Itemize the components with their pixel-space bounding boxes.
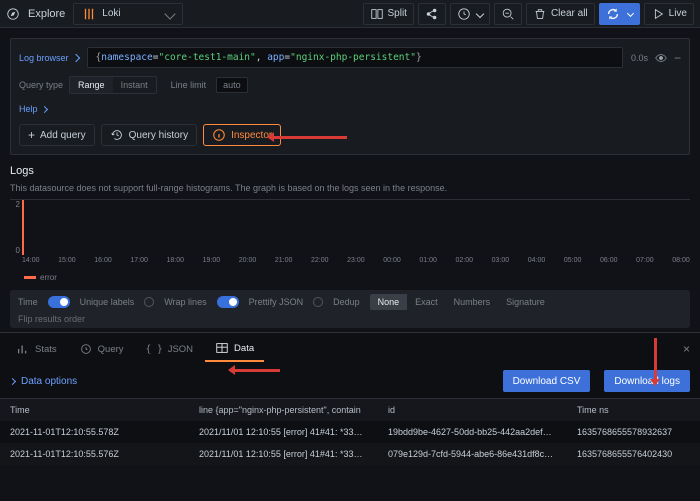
- live-button[interactable]: Live: [644, 3, 694, 25]
- tab-data[interactable]: Data: [205, 335, 264, 362]
- trash-icon: [533, 7, 547, 21]
- logs-title: Logs: [10, 165, 690, 183]
- remove-query-button[interactable]: −: [674, 51, 681, 65]
- logs-panel: Logs This datasource does not support fu…: [10, 165, 690, 282]
- log-display-options: Time Unique labels Wrap lines Prettify J…: [10, 290, 690, 328]
- annotation-arrow: [654, 338, 657, 384]
- opt-unique-label: Unique labels: [80, 297, 135, 307]
- datasource-name: Loki: [102, 8, 120, 19]
- opt-time-label: Time: [18, 297, 38, 307]
- play-icon: [651, 7, 665, 21]
- download-csv-button[interactable]: Download CSV: [503, 370, 591, 392]
- line-limit-label: Line limit: [171, 80, 207, 90]
- flip-results-label: Flip results order: [18, 314, 85, 324]
- dedup-none[interactable]: None: [370, 294, 408, 310]
- radio-unique-labels[interactable]: [144, 297, 154, 307]
- legend: error: [24, 273, 690, 282]
- chevron-right-icon: [40, 105, 47, 112]
- loki-icon: [82, 7, 96, 21]
- compass-icon: [6, 7, 20, 21]
- y-axis: 2 0: [10, 200, 22, 255]
- braces-icon: { }: [146, 344, 163, 355]
- zoom-out-icon: [501, 7, 515, 21]
- split-button[interactable]: Split: [363, 3, 414, 25]
- data-table: Time line {app="nginx-php-persistent", c…: [0, 398, 700, 465]
- run-button[interactable]: [599, 3, 640, 25]
- datasource-picker[interactable]: Loki: [73, 3, 183, 25]
- tab-json[interactable]: { } JSON: [136, 338, 204, 360]
- top-bar: Explore Loki Split: [0, 0, 700, 28]
- clock-icon: [79, 342, 93, 356]
- inspector-tabs: Stats Query { } JSON Data ×: [0, 333, 700, 364]
- opt-dedup-label: Dedup: [333, 297, 360, 307]
- toggle-wrap[interactable]: [217, 296, 239, 308]
- query-history-button[interactable]: Query history: [101, 124, 197, 146]
- help-link[interactable]: Help: [19, 104, 681, 114]
- toggle-time[interactable]: [48, 296, 70, 308]
- dedup-signature[interactable]: Signature: [498, 294, 553, 310]
- x-axis: 14:0015:0016:0017:0018:0019:0020:0021:00…: [22, 257, 690, 269]
- data-options-toggle[interactable]: Data options: [10, 376, 77, 387]
- tab-stats[interactable]: Stats: [6, 336, 67, 361]
- eye-icon[interactable]: [654, 51, 668, 65]
- annotation-arrow: [269, 136, 347, 139]
- chevron-right-icon: [71, 53, 79, 61]
- history-icon: [110, 128, 124, 142]
- log-browser-button[interactable]: Log browser: [19, 53, 79, 63]
- query-editor: Log browser {namespace="core-test1-main"…: [10, 38, 690, 155]
- chevron-down-icon: [165, 8, 176, 19]
- share-icon: [425, 7, 439, 21]
- download-logs-button[interactable]: Download logs: [604, 370, 690, 392]
- tab-query[interactable]: Query: [69, 336, 134, 361]
- annotation-arrow: [230, 369, 280, 372]
- opt-wrap-label: Wrap lines: [164, 297, 206, 307]
- inspector-panel: Stats Query { } JSON Data × Data options…: [0, 332, 700, 465]
- page-title: Explore: [28, 8, 65, 20]
- query-type-range[interactable]: Range: [70, 77, 113, 93]
- query-type-label: Query type: [19, 80, 63, 90]
- line-limit-input[interactable]: auto: [216, 77, 248, 93]
- logs-histogram[interactable]: 2 0 14:0015:0016:0017:0018:0019:0020:002…: [10, 199, 690, 269]
- query-type-toggle[interactable]: Range Instant: [69, 76, 157, 94]
- dedup-exact[interactable]: Exact: [407, 294, 446, 310]
- chevron-down-icon: [476, 9, 484, 17]
- table-row[interactable]: 2021-11-01T12:10:55.578Z2021/11/01 12:10…: [0, 421, 700, 443]
- table-icon: [215, 341, 229, 355]
- chevron-down-icon: [627, 10, 634, 17]
- col-timens[interactable]: Time ns: [567, 399, 700, 422]
- refresh-icon: [606, 7, 620, 21]
- table-row[interactable]: 2021-11-01T12:10:55.576Z2021/11/01 12:10…: [0, 443, 700, 465]
- stats-icon: [16, 342, 30, 356]
- col-line[interactable]: line {app="nginx-php-persistent", contai…: [189, 399, 378, 422]
- query-time: 0.0s: [631, 53, 648, 63]
- clear-all-button[interactable]: Clear all: [526, 3, 595, 25]
- clock-icon: [457, 7, 471, 21]
- dedup-numbers[interactable]: Numbers: [446, 294, 499, 310]
- dedup-selector[interactable]: None Exact Numbers Signature: [370, 294, 553, 310]
- time-picker-button[interactable]: [450, 3, 490, 25]
- logql-input[interactable]: {namespace="core-test1-main", app="nginx…: [87, 47, 623, 68]
- legend-swatch-error: [24, 276, 36, 279]
- share-button[interactable]: [418, 3, 446, 25]
- col-id[interactable]: id: [378, 399, 567, 422]
- logs-note: This datasource does not support full-ra…: [10, 183, 690, 193]
- query-type-instant[interactable]: Instant: [113, 77, 156, 93]
- add-query-button[interactable]: + Add query: [19, 124, 95, 146]
- info-icon: [212, 128, 226, 142]
- col-time[interactable]: Time: [0, 399, 189, 422]
- opt-pretty-label: Prettify JSON: [249, 297, 304, 307]
- radio-prettify-json[interactable]: [313, 297, 323, 307]
- close-inspector-button[interactable]: ×: [683, 342, 694, 356]
- zoom-out-button[interactable]: [494, 3, 522, 25]
- split-icon: [370, 7, 384, 21]
- chevron-right-icon: [9, 377, 16, 384]
